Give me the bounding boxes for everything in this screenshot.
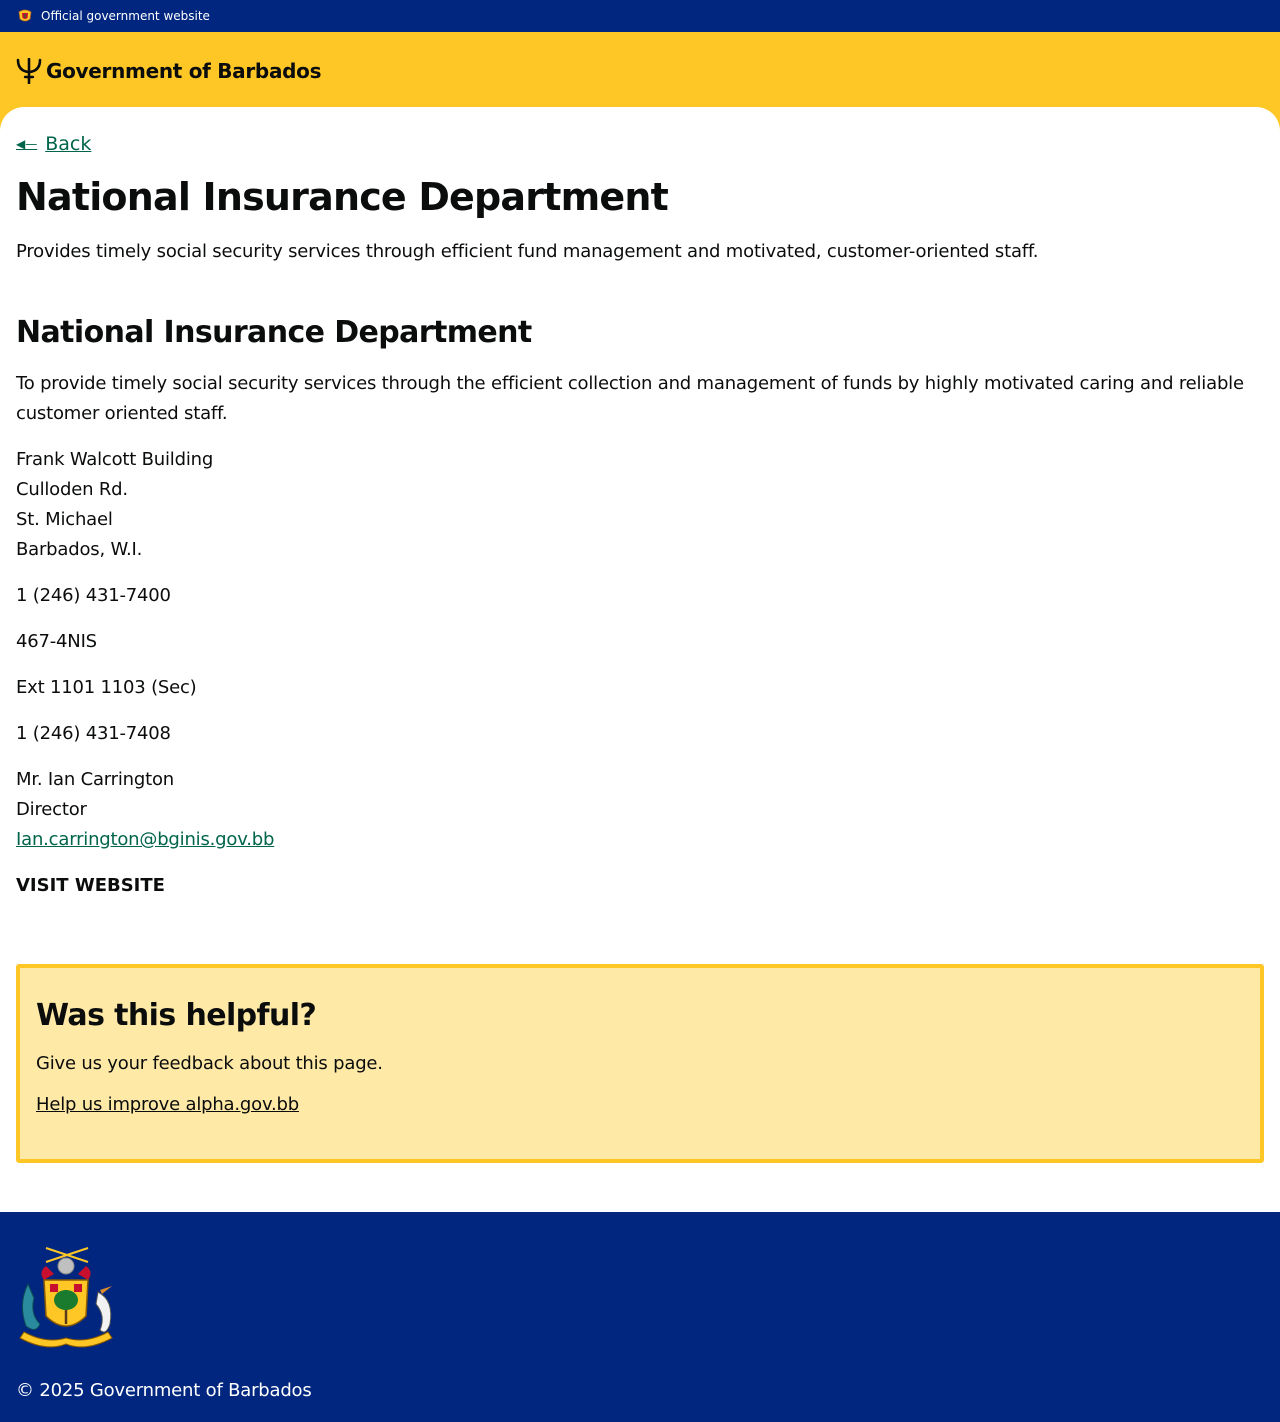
back-link[interactable]: ◀— Back: [16, 133, 91, 155]
footer-copyright: © 2025 Government of Barbados: [16, 1380, 312, 1401]
visit-website-link[interactable]: VISIT WEBSITE: [16, 871, 1264, 901]
contact-title: Director: [16, 799, 87, 820]
barbados-crest-icon: [16, 7, 34, 25]
department-extension: Ext 1101 1103 (Sec): [16, 677, 197, 698]
department-details: To provide timely social security servic…: [16, 369, 1264, 901]
department-phone: 1 (246) 431-7400: [16, 585, 171, 606]
contact-name: Mr. Ian Carrington: [16, 769, 174, 790]
department-heading: National Insurance Department: [16, 315, 532, 350]
department-phone-alt: 467-4NIS: [16, 631, 97, 652]
feedback-link[interactable]: Help us improve alpha.gov.bb: [36, 1094, 299, 1115]
official-banner: Official government website: [0, 0, 1280, 32]
home-link[interactable]: Government of Barbados: [16, 57, 322, 85]
page-title: National Insurance Department: [16, 175, 669, 219]
address-line: Barbados, W.I.: [16, 539, 143, 560]
feedback-text: Give us your feedback about this page.: [36, 1053, 383, 1074]
brand-label: Government of Barbados: [46, 59, 322, 83]
contact-email-link[interactable]: Ian.carrington@bginis.gov.bb: [16, 829, 274, 850]
address-line: St. Michael: [16, 509, 113, 530]
feedback-panel: Was this helpful? Give us your feedback …: [16, 964, 1264, 1163]
department-mission: To provide timely social security servic…: [16, 373, 1244, 424]
site-footer: © 2025 Government of Barbados: [0, 1212, 1280, 1422]
back-arrow-icon: ◀—: [16, 137, 38, 151]
back-link-label: Back: [45, 133, 92, 155]
page-lead: Provides timely social security services…: [16, 241, 1039, 262]
main-content: ◀— Back National Insurance Department Pr…: [0, 107, 1280, 1213]
department-fax: 1 (246) 431-7408: [16, 723, 171, 744]
official-banner-label: Official government website: [41, 9, 210, 23]
department-address: Frank Walcott Building Culloden Rd. St. …: [16, 445, 1264, 565]
address-line: Frank Walcott Building: [16, 449, 214, 470]
feedback-heading: Was this helpful?: [36, 998, 317, 1033]
department-contact: Mr. Ian Carrington Director Ian.carringt…: [16, 765, 1264, 855]
trident-icon: [16, 57, 42, 85]
barbados-coat-of-arms-icon: [16, 1244, 116, 1352]
address-line: Culloden Rd.: [16, 479, 128, 500]
